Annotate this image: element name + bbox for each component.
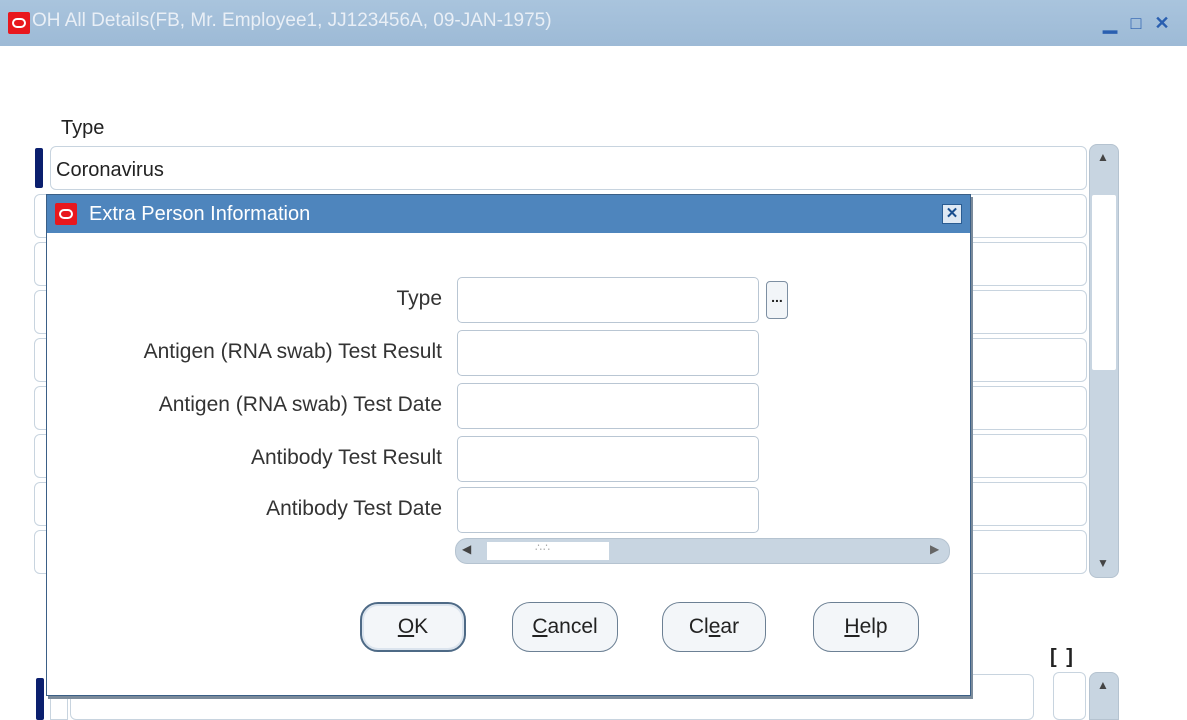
close-icon[interactable]: ✕ [1152,13,1172,33]
cancel-label-rest: ancel [547,615,598,638]
antibody-test-result-label: Antibody Test Result [250,446,442,469]
descriptive-flexfield-box[interactable] [1053,672,1086,720]
help-button[interactable]: Help [813,602,919,652]
vertical-scrollbar-thumb[interactable] [1092,195,1116,370]
dialog-title: Extra Person Information [89,203,311,225]
clear-label-rest: ar [720,615,740,638]
minimize-icon[interactable]: ▁ [1100,13,1120,33]
dialog-oracle-logo-icon [55,203,77,225]
window-title: OH All Details(FB, Mr. Employee1, JJ1234… [32,10,552,31]
cancel-mnemonic: C [532,615,548,638]
extra-person-information-dialog: Extra Person Information ✕ Type ... Anti… [46,194,971,696]
antigen-test-date-input[interactable] [457,383,759,429]
record-indicator-bottom [36,678,44,720]
antigen-test-date-label: Antigen (RNA swab) Test Date [158,393,442,416]
clear-label-start: Cl [688,615,709,638]
scroll-down-arrow-icon[interactable]: ▼ [1097,556,1109,570]
ok-button[interactable]: OK [360,602,466,652]
current-record-indicator [35,148,43,188]
antibody-test-result-input[interactable] [457,436,759,482]
window-titlebar: OH All Details(FB, Mr. Employee1, JJ1234… [0,0,1187,46]
list-of-values-button[interactable]: ... [766,281,788,319]
type-row-1[interactable] [50,146,1087,190]
scroll-right-arrow-icon[interactable]: ▶ [930,542,939,556]
ok-label-rest: K [414,615,429,638]
dialog-titlebar: Extra Person Information ✕ [47,195,970,233]
antigen-test-result-input[interactable] [457,330,759,376]
antibody-test-date-input[interactable] [457,487,759,533]
cancel-button[interactable]: Cancel [512,602,618,652]
type-label: Type [396,287,442,310]
scroll-up-arrow-icon[interactable]: ▲ [1097,150,1109,164]
help-mnemonic: H [844,615,860,638]
ok-mnemonic: O [397,615,415,638]
maximize-icon[interactable]: □ [1126,13,1146,33]
type-input[interactable] [457,277,759,323]
dialog-close-icon[interactable]: ✕ [942,204,962,224]
clear-mnemonic: e [708,615,721,638]
bracket-label: [ ] [1050,646,1075,668]
scroll-grip-icon: ∴∴ [535,542,551,554]
type-row-1-value: Coronavirus [56,159,164,181]
oracle-logo-icon [8,12,30,34]
type-column-header: Type [61,117,105,139]
antibody-test-date-label: Antibody Test Date [266,497,442,520]
scroll-left-arrow-icon[interactable]: ◀ [462,542,471,556]
help-label-rest: elp [859,615,888,638]
bottom-scroll-up-arrow-icon[interactable]: ▲ [1097,678,1109,692]
antigen-test-result-label: Antigen (RNA swab) Test Result [143,340,442,363]
clear-button[interactable]: Cl e ar [662,602,766,652]
